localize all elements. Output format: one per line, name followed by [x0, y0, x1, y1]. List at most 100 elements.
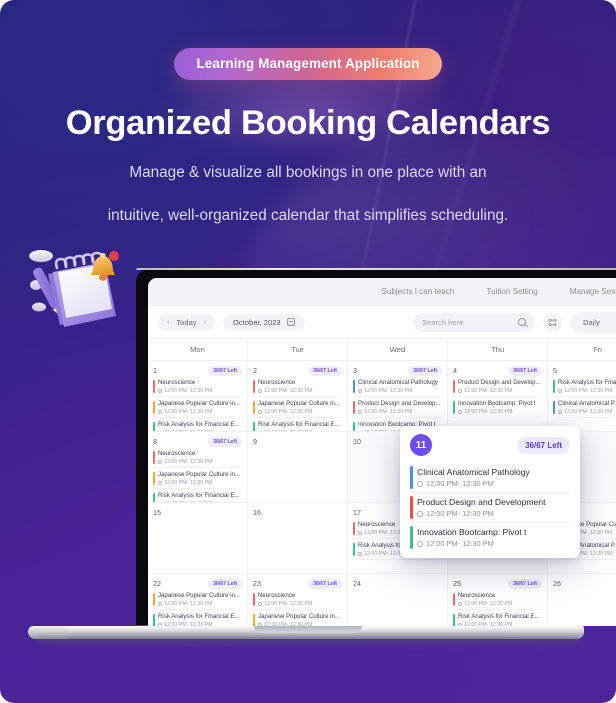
calendar-day-cell[interactable]: 4 36/67 Left Product Design and Develop...… — [448, 361, 548, 432]
calendar-event[interactable]: Risk Analysis for Financial E...12:00 PM… — [453, 613, 542, 626]
filter-grid-icon[interactable] — [543, 312, 563, 332]
calendar-event[interactable]: Neuroscience 12:00 PM- 12:30 PM — [453, 592, 542, 610]
calendar-event[interactable]: Product Design and Develop... 12:00 PM- 1… — [453, 379, 542, 397]
calendar-event[interactable]: Neuroscience 12:00 PM- 12:30 PM — [253, 379, 342, 397]
calendar-event[interactable]: Clinical Anatomical P... 12:00 PM- 12:30 … — [553, 400, 616, 418]
calendar-event[interactable]: Clinical Anatomical Pathology 12:00 PM- 1… — [353, 379, 442, 397]
calendar-event[interactable]: Neuroscience 12:00 PM- 12:30 PM — [153, 379, 242, 397]
slots-left-badge: 36/67 Left — [508, 578, 542, 589]
calendar-event-time: 12:00 PM- 12:30 PM — [258, 388, 342, 394]
clock-icon — [158, 601, 162, 606]
calendar-event[interactable]: Risk Analysis for Financial E...12:00 PM… — [253, 421, 342, 431]
calendar-event-title: Neuroscience — [158, 450, 196, 457]
calendar-event[interactable]: Japanese Popular Culture in... 12:00 PM- … — [153, 592, 242, 610]
calendar-event[interactable]: Neuroscience 12:00 PM- 12:30 PM — [153, 450, 242, 468]
calendar-event-time: 12:00 PM- 12:30 PM — [358, 409, 442, 415]
slots-left-badge: 36/67 Left — [308, 578, 342, 589]
calendar-day-cell[interactable]: 22 36/67 Left Japanese Popular Culture in.… — [148, 574, 248, 626]
calendar-day-cell[interactable]: 3 36/67 Left Clinical Anatomical Pathology… — [348, 361, 448, 432]
hero-badge: Learning Management Application — [174, 48, 442, 80]
view-option-daily[interactable]: Daily — [572, 314, 611, 331]
popup-event-time: 12:00 PM- 12:30 PM — [417, 539, 570, 548]
calendar-event-title: Product Design and Develop... — [458, 379, 541, 386]
search-placeholder: Search here — [422, 317, 464, 327]
popup-event[interactable]: Clinical Anatomical Pathology 12:00 PM- 1… — [410, 463, 570, 493]
slots-left-badge: 36/67 Left — [408, 365, 442, 376]
calendar-event-time: 12:00 PM- 12:30 PM — [558, 388, 616, 394]
calendar-day-header: 3 36/67 Left — [353, 365, 442, 376]
calendar-event[interactable]: Japanese Popular Culture in... 12:00 PM- … — [153, 400, 242, 418]
popup-event-time: 12:00 PM- 12:30 PM — [417, 479, 570, 488]
calendar-event-time: 12:00 PM- 12:30 PM — [258, 409, 342, 415]
calendar-event-time-text: 12:00 PM- 12:30 PM — [164, 387, 213, 394]
laptop-base-shadow — [38, 638, 578, 647]
laptop-base — [28, 626, 584, 648]
calendar-day-cell[interactable]: 8 36/67 Left Neuroscience 12:00 PM- 12:30 P… — [148, 432, 248, 503]
clock-icon — [458, 601, 462, 606]
slots-left-badge: 36/67 Left — [208, 436, 242, 447]
popup-event[interactable]: Innovation Bootcamp: Pivot t 12:00 PM- 12… — [410, 523, 570, 552]
calendar-event[interactable]: Japanese Popular Culture in... 12:00 PM- … — [253, 613, 342, 626]
calendar-day-cell[interactable]: 1 36/67 Left Neuroscience 12:00 PM- 12:30 P… — [148, 361, 248, 432]
day-detail-popup[interactable]: 11 36/67 Left Clinical Anatomical Pathol… — [400, 426, 580, 558]
month-selector[interactable]: October, 2023 — [222, 313, 305, 331]
chevron-left-icon[interactable]: ‹ — [167, 319, 169, 326]
calendar-day-cell[interactable]: 15 — [148, 503, 248, 574]
calendar-event-title: Neuroscience — [258, 592, 296, 599]
calendar-day-cell[interactable]: 23 36/67 Left Neuroscience 12:00 PM- 12:30 … — [248, 574, 348, 626]
calendar-event[interactable]: Product Design and Develop... 12:00 PM- 1… — [353, 400, 442, 418]
calendar-day-cell[interactable]: 2 36/67 Left Neuroscience 12:00 PM- 12:30 P… — [248, 361, 348, 432]
popup-event-title: Innovation Bootcamp: Pivot t — [417, 527, 527, 537]
search-input[interactable]: Search here — [413, 312, 536, 332]
nav-manage-sessions[interactable]: Manage Sessions — [554, 287, 616, 296]
calendar-day-header: 2 36/67 Left — [253, 365, 342, 376]
calendar-day-number: 17 — [353, 508, 361, 517]
view-switcher[interactable]: Daily Weekly M — [570, 311, 616, 333]
calendar-day-header: 1 36/67 Left — [153, 365, 242, 376]
calendar-event-title: Innovation Bootcamp: Pivot t — [458, 400, 536, 407]
month-label: October, 2023 — [232, 317, 281, 327]
popup-event[interactable]: Product Design and Development 12:00 PM- … — [410, 493, 570, 523]
calendar-event[interactable]: Japanese Popular Culture in... 12:00 PM- … — [253, 400, 342, 418]
calendar-day-header: 23 36/67 Left — [253, 578, 342, 589]
today-navigator[interactable]: ‹ Today › — [158, 313, 215, 331]
clock-icon — [458, 409, 462, 414]
calendar-day-cell[interactable]: 9 — [248, 432, 348, 503]
calendar-day-number: 4 — [453, 366, 457, 375]
calendar-day-cell[interactable]: 26 — [548, 574, 616, 626]
calendar-event-time-text: 12:00 PM- 12:30 PM — [464, 600, 513, 607]
today-label: Today — [176, 317, 197, 327]
calendar-day-number: 25 — [453, 579, 461, 588]
calendar-day-header: 25 36/67 Left — [453, 578, 542, 589]
calendar-day-header: 26 — [553, 578, 616, 589]
clock-icon — [358, 530, 362, 535]
calendar-day-cell[interactable]: 16 — [248, 503, 348, 574]
nav-tuition-setting[interactable]: Tuition Setting — [470, 287, 553, 296]
clock-icon — [258, 601, 262, 606]
calendar-toolbar: ‹ Today › October, 2023 Search here Dail… — [148, 306, 616, 338]
calendar-event-title: Risk Analysis for Financial E... — [258, 421, 340, 428]
chevron-right-icon[interactable]: › — [204, 319, 206, 326]
calendar-event-title: Clinical Anatomical P... — [558, 400, 616, 407]
calendar-event-title: Risk Analysis for Financial E... — [158, 421, 240, 428]
calendar-event[interactable]: Innovation Bootcamp: Pivot t12:00 PM- 12… — [453, 400, 542, 418]
calendar-event[interactable]: Risk Analysis for Fina... 12:00 PM- 12:30… — [553, 379, 616, 397]
nav-subjects-i-can-teach[interactable]: Subjects I can teach — [365, 287, 470, 296]
calendar-event-time: 12:00 PM- 12:30 PM — [258, 601, 342, 607]
calendar-event[interactable]: Risk Analysis for Financial E...12:00 PM… — [153, 492, 242, 502]
calendar-day-cell[interactable]: 24 — [348, 574, 448, 626]
calendar-event-time: 12:00 PM- 12:30 PM — [558, 409, 616, 415]
calendar-event[interactable]: Neuroscience 12:00 PM- 12:30 PM — [253, 592, 342, 610]
calendar-event-title: Japanese Popular Culture in... — [258, 400, 340, 407]
calendar-day-cell[interactable]: 25 36/67 Left Neuroscience 12:00 PM- 12:30 … — [448, 574, 548, 626]
calendar-event-time-text: 12:00 PM- 12:30 PM — [164, 479, 213, 486]
calendar-event[interactable]: Risk Analysis for Financial E...12:00 PM… — [153, 613, 242, 626]
popup-slots-badge: 36/67 Left — [517, 436, 570, 454]
view-option-weekly[interactable]: Weekly — [611, 314, 616, 331]
calendar-day-number: 5 — [553, 366, 557, 375]
calendar-event[interactable]: Japanese Popular Culture in... 12:00 PM- … — [153, 471, 242, 489]
calendar-day-cell[interactable]: 5 Risk Analysis for Fina... 12:00 PM- 12:3… — [548, 361, 616, 432]
calendar-day-number: 1 — [153, 366, 157, 375]
calendar-event[interactable]: Risk Analysis for Financial E...12:00 PM… — [153, 421, 242, 431]
calendar-event-title: Risk Analysis for Fina... — [558, 379, 616, 386]
